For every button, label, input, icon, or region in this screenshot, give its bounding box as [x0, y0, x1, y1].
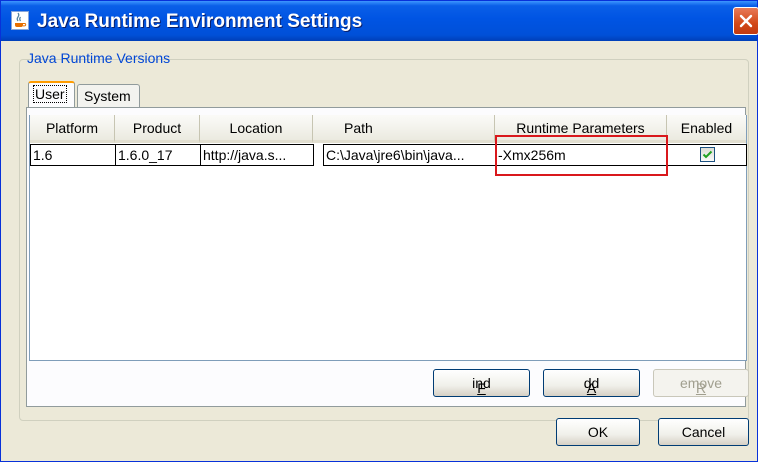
- java-cup-icon: [11, 11, 29, 30]
- ok-button[interactable]: OK: [556, 418, 640, 446]
- close-button[interactable]: [733, 7, 758, 35]
- column-header-enabled[interactable]: Enabled: [667, 115, 746, 143]
- tab-label: System: [84, 88, 131, 104]
- enabled-checkbox[interactable]: [700, 147, 715, 162]
- cell-product[interactable]: 1.6.0_17: [115, 144, 201, 166]
- settings-dialog: Java Runtime Environment Settings Java R…: [0, 0, 758, 462]
- remove-button[interactable]: Remove: [653, 369, 749, 397]
- column-header-product[interactable]: Product: [115, 115, 200, 143]
- window-title: Java Runtime Environment Settings: [37, 11, 363, 32]
- column-header-location[interactable]: Location: [200, 115, 313, 143]
- cell-platform[interactable]: 1.6: [30, 144, 116, 166]
- tab-system[interactable]: System: [77, 84, 140, 107]
- column-header-platform[interactable]: Platform: [30, 115, 115, 143]
- column-header-path[interactable]: Path: [313, 115, 495, 143]
- tab-label: User: [33, 85, 67, 103]
- add-button[interactable]: Add: [543, 369, 640, 397]
- tab-user[interactable]: User: [28, 81, 75, 107]
- cell-path[interactable]: C:\Java\jre6\bin\java...: [323, 144, 496, 166]
- title-bar[interactable]: Java Runtime Environment Settings: [1, 1, 758, 41]
- close-icon: [739, 14, 753, 28]
- find-button[interactable]: Find: [433, 369, 530, 397]
- group-label: Java Runtime Versions: [27, 50, 171, 66]
- highlight-annotation-box: [495, 135, 668, 176]
- checkmark-icon: [702, 150, 713, 159]
- cancel-button[interactable]: Cancel: [658, 418, 749, 446]
- cell-location[interactable]: http://java.s...: [200, 144, 314, 166]
